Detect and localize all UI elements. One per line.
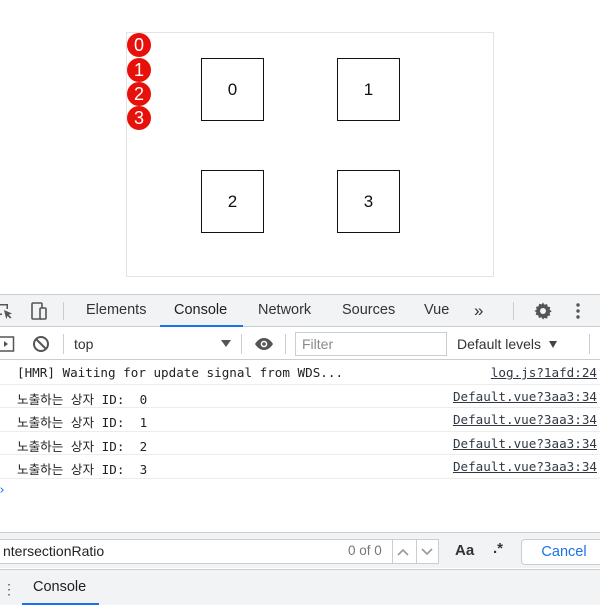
console-row: 노출하는 상자 ID: 1 Default.vue?3aa3:34 bbox=[0, 408, 600, 432]
visible-badge-2: 2 bbox=[127, 82, 151, 106]
drawer-bar: ⋮ Console bbox=[0, 569, 600, 605]
chevron-down-icon bbox=[421, 547, 433, 555]
visible-badge-0: 0 bbox=[127, 33, 151, 57]
source-link[interactable]: Default.vue?3aa3:34 bbox=[453, 412, 597, 427]
cancel-button[interactable]: Cancel bbox=[521, 539, 600, 565]
tab-console[interactable]: Console bbox=[172, 295, 229, 327]
search-bar: ntersectionRatio 0 of 0 Aa .* Cancel bbox=[0, 532, 600, 568]
log-levels-dropdown[interactable]: Default levels bbox=[457, 328, 541, 360]
inspect-element-icon[interactable] bbox=[0, 301, 14, 321]
device-toolbar-icon[interactable] bbox=[29, 301, 49, 321]
sidebar-toggle-icon[interactable] bbox=[0, 334, 16, 354]
console-messages: [HMR] Waiting for update signal from WDS… bbox=[0, 361, 600, 479]
box-label: 3 bbox=[363, 191, 374, 211]
filter-input[interactable]: Filter bbox=[295, 332, 447, 356]
console-row: 노출하는 상자 ID: 0 Default.vue?3aa3:34 bbox=[0, 385, 600, 408]
log-message: 노출하는 상자 ID: 1 bbox=[17, 415, 148, 430]
box-label: 1 bbox=[363, 79, 374, 99]
tab-sources[interactable]: Sources bbox=[340, 295, 397, 327]
tab-elements[interactable]: Elements bbox=[84, 295, 148, 327]
target-box-1: 1 bbox=[337, 58, 400, 121]
tab-network[interactable]: Network bbox=[256, 295, 313, 327]
source-link[interactable]: Default.vue?3aa3:34 bbox=[453, 459, 597, 474]
settings-gear-icon[interactable] bbox=[533, 301, 553, 321]
eye-icon[interactable] bbox=[254, 334, 274, 354]
log-message: 노출하는 상자 ID: 0 bbox=[17, 391, 148, 407]
target-box-2: 2 bbox=[201, 170, 264, 233]
active-tab-indicator bbox=[160, 325, 243, 327]
log-message: 노출하는 상자 ID: 3 bbox=[17, 462, 148, 477]
next-match-button[interactable] bbox=[416, 539, 437, 564]
visible-badge-3: 3 bbox=[127, 106, 151, 130]
source-link[interactable]: log.js?1afd:24 bbox=[491, 365, 597, 380]
chevron-down-icon bbox=[221, 340, 231, 347]
divider bbox=[513, 302, 514, 320]
target-box-0: 0 bbox=[201, 58, 264, 121]
console-row: [HMR] Waiting for update signal from WDS… bbox=[0, 361, 600, 385]
box-label: 0 bbox=[227, 79, 238, 99]
match-case-button[interactable]: Aa bbox=[455, 542, 474, 559]
console-row: 노출하는 상자 ID: 2 Default.vue?3aa3:34 bbox=[0, 432, 600, 455]
console-toolbar: top Filter Default levels bbox=[0, 328, 600, 360]
log-message: 노출하는 상자 ID: 2 bbox=[17, 438, 148, 454]
divider bbox=[589, 334, 590, 354]
log-message: [HMR] Waiting for update signal from WDS… bbox=[17, 365, 344, 380]
more-tabs-button[interactable]: » bbox=[472, 295, 485, 327]
divider bbox=[241, 334, 242, 354]
box-label: 2 bbox=[227, 191, 238, 211]
devtools-panel: Elements Console Network Sources Vue » t… bbox=[0, 294, 600, 605]
chevron-up-icon bbox=[397, 548, 409, 556]
devtools-tabbar: Elements Console Network Sources Vue » bbox=[0, 295, 600, 327]
match-count: 0 of 0 bbox=[348, 543, 382, 558]
source-link[interactable]: Default.vue?3aa3:34 bbox=[453, 389, 597, 404]
regex-button[interactable]: .* bbox=[493, 540, 503, 557]
target-box-3: 3 bbox=[337, 170, 400, 233]
clear-console-icon[interactable] bbox=[31, 334, 51, 354]
observer-container: 0 1 2 3 bbox=[126, 32, 494, 277]
caret-down-icon bbox=[549, 341, 557, 348]
more-options-icon[interactable] bbox=[568, 301, 588, 321]
tab-vue[interactable]: Vue bbox=[422, 295, 451, 327]
divider bbox=[285, 334, 286, 354]
visible-badge-1: 1 bbox=[127, 58, 151, 82]
divider bbox=[63, 334, 64, 354]
divider bbox=[63, 302, 64, 320]
source-link[interactable]: Default.vue?3aa3:34 bbox=[453, 436, 597, 451]
console-prompt[interactable]: › bbox=[0, 483, 6, 498]
previous-match-button[interactable] bbox=[392, 539, 413, 564]
page-viewport: 0 1 2 3 0 1 2 3 bbox=[0, 0, 600, 294]
console-row: 노출하는 상자 ID: 3 Default.vue?3aa3:34 bbox=[0, 455, 600, 479]
drawer-tab-console[interactable]: Console bbox=[33, 570, 86, 605]
context-selector[interactable]: top bbox=[74, 328, 93, 360]
drawer-menu-icon[interactable]: ⋮ bbox=[2, 581, 16, 598]
